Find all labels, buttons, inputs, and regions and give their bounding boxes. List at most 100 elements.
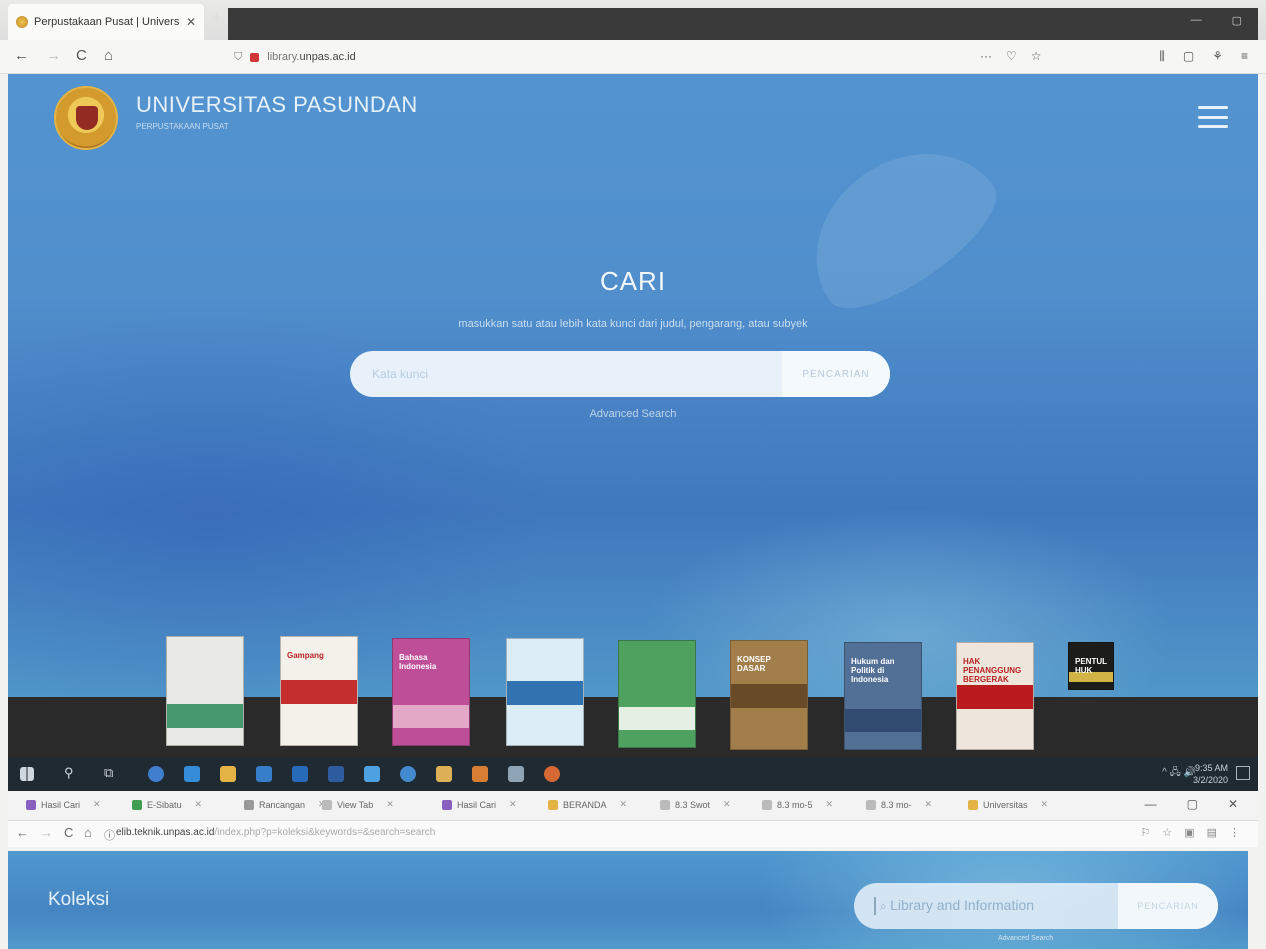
taskbar-app-explorer-icon[interactable]	[220, 766, 236, 782]
extension-icon[interactable]: ▣	[1184, 826, 1194, 839]
decorative-leaf	[781, 117, 1015, 331]
book-title: Bahasa Indonesia	[399, 653, 437, 671]
chrome-tab[interactable]: 8.3 mo- ✕	[866, 799, 932, 810]
clock[interactable]: 9:35 AM 3/2/2020	[1193, 762, 1228, 786]
chrome-tab[interactable]: Hasil Cari ✕	[442, 799, 517, 810]
taskbar-app-photos-icon[interactable]	[508, 766, 524, 782]
address-bar[interactable]: ⛉ library.unpas.ac.id	[234, 46, 934, 68]
taskbar-app-firefox-icon[interactable]	[544, 766, 560, 782]
windows-start-icon[interactable]	[20, 767, 34, 781]
book-cover[interactable]: Hukum dan Politik di Indonesia	[844, 642, 922, 750]
tab-close-icon[interactable]: ✕	[620, 799, 628, 810]
close-window-button[interactable]: ✕	[1228, 797, 1238, 811]
chrome-tab[interactable]: Rancangan✕	[244, 799, 326, 810]
tab-close-icon[interactable]: ✕	[1041, 799, 1049, 810]
taskbar-app-ie-icon[interactable]	[184, 766, 200, 782]
reload-button[interactable]: C	[64, 825, 73, 840]
tab-close-icon[interactable]: ✕	[826, 799, 834, 810]
taskbar-app-mail-icon[interactable]	[292, 766, 308, 782]
chrome-tab[interactable]: View Tab ✕	[322, 799, 394, 810]
taskbar-app-phone-icon[interactable]	[364, 766, 380, 782]
sidebar-icon[interactable]: ▢	[1183, 49, 1194, 64]
tab-close-icon[interactable]: ✕	[925, 799, 933, 810]
bookmark-star-icon[interactable]: ☆	[1162, 826, 1172, 839]
maximize-button[interactable]: ▢	[1232, 14, 1242, 27]
chrome-tab[interactable]: E-Sibatu ✕	[132, 799, 202, 810]
chrome-tab[interactable]: Hasil Cari ✕	[26, 799, 101, 810]
book-cover-band	[845, 708, 921, 733]
chrome-address-bar[interactable]: elib.teknik.unpas.ac.id/index.php?p=kole…	[116, 827, 435, 838]
tab-close-icon[interactable]: ✕	[386, 799, 394, 810]
site-title[interactable]: UNIVERSITAS PASUNDAN	[136, 92, 418, 118]
home-button[interactable]: ⌂	[84, 825, 92, 840]
tab-title: Perpustakaan Pusat | Universi...	[34, 16, 180, 28]
book-cover[interactable]	[618, 640, 696, 748]
system-tray[interactable]: ^ 🖧 🔊	[1162, 765, 1196, 782]
tab-favicon-icon	[442, 799, 452, 810]
search-button[interactable]: PENCARIAN	[782, 351, 890, 397]
search-hint: masukkan satu atau lebih kata kunci dari…	[458, 318, 808, 330]
shield-icon: ⛉	[234, 50, 243, 63]
extension-icon[interactable]: ⚘	[1212, 49, 1223, 64]
home-button[interactable]: ⌂	[104, 47, 113, 64]
book-title: PENTUL HUK	[1075, 657, 1107, 675]
book-cover[interactable]	[506, 638, 584, 746]
tab-close-icon[interactable]: ✕	[723, 799, 731, 810]
more-actions-icon[interactable]: ···	[980, 49, 992, 63]
taskbar-app-word-icon[interactable]	[328, 766, 344, 782]
tab-close-icon[interactable]: ✕	[93, 799, 101, 810]
book-title: Hukum dan Politik di Indonesia	[851, 657, 895, 684]
tab-close-icon[interactable]: ✕	[509, 799, 517, 810]
forward-button[interactable]: →	[40, 825, 53, 840]
extension-icon[interactable]: ▤	[1207, 826, 1217, 839]
university-logo-icon[interactable]	[54, 86, 118, 150]
translate-icon[interactable]: ⚐	[1140, 826, 1150, 839]
advanced-search-link[interactable]: Advanced Search	[998, 935, 1053, 942]
taskbar-app-office-icon[interactable]	[472, 766, 488, 782]
book-cover[interactable]: HAK PENANGGUNG BERGERAK	[956, 642, 1034, 750]
taskbar-app-chrome-icon[interactable]	[400, 766, 416, 782]
bookmark-star-icon[interactable]: ☆	[1031, 49, 1042, 63]
forward-button[interactable]: →	[46, 47, 61, 64]
book-cover[interactable]: KONSEP DASAR	[730, 640, 808, 750]
tab-close-icon[interactable]: ✕	[195, 799, 203, 810]
koleksi-search-input[interactable]: Library and Information	[880, 883, 1118, 929]
pocket-icon[interactable]: ♡	[1006, 49, 1017, 63]
back-button[interactable]: ←	[16, 825, 29, 840]
task-view-icon[interactable]: ⧉	[104, 765, 113, 781]
advanced-search-link[interactable]: Advanced Search	[8, 408, 1258, 420]
book-cover[interactable]	[166, 636, 244, 746]
back-button[interactable]: ←	[14, 47, 29, 64]
book-cover[interactable]: PENTUL HUK	[1068, 642, 1114, 690]
chrome-tab[interactable]: 8.3 mo-5 ✕	[762, 799, 833, 810]
tab-label: 8.3 mo-	[881, 799, 912, 810]
chrome-tab[interactable]: Universitas ✕	[968, 799, 1048, 810]
taskbar-app-cleaner-icon[interactable]	[436, 766, 452, 782]
library-icon[interactable]: ⫼	[1159, 49, 1165, 64]
koleksi-search-button[interactable]: PENCARIAN	[1118, 883, 1218, 929]
tab-perpustakaan-pusat[interactable]: Perpustakaan Pusat | Universi... ✕	[8, 4, 204, 40]
chrome-tab[interactable]: 8.3 Swot ✕	[660, 799, 731, 810]
book-cover-band	[281, 680, 357, 704]
kebab-menu-icon[interactable]: ⋮	[1229, 826, 1240, 839]
tab-favicon-icon	[660, 799, 670, 810]
notification-icon[interactable]	[1236, 766, 1250, 780]
tab-favicon-icon	[968, 799, 978, 810]
text-caret	[874, 897, 876, 915]
chrome-tab[interactable]: BERANDA ✕	[548, 799, 627, 810]
new-tab-button[interactable]: +	[212, 10, 221, 28]
maximize-button[interactable]: ▢	[1187, 797, 1198, 811]
minimize-button[interactable]: —	[1145, 797, 1157, 811]
site-info-icon[interactable]: ⓘ	[104, 827, 115, 843]
minimize-button[interactable]: —	[1191, 14, 1202, 27]
tab-close-icon[interactable]: ✕	[186, 15, 196, 29]
book-cover[interactable]: Gampang	[280, 636, 358, 746]
book-cover[interactable]: Bahasa Indonesia	[392, 638, 470, 746]
reload-button[interactable]: C	[76, 47, 87, 64]
hamburger-menu-icon[interactable]: ≡	[1241, 49, 1248, 64]
taskbar-app-store-icon[interactable]	[256, 766, 272, 782]
search-icon[interactable]: ⚲	[64, 765, 74, 781]
taskbar-app-edge-old-icon[interactable]	[148, 766, 164, 782]
nav-menu-icon[interactable]	[1198, 106, 1228, 128]
keyword-input[interactable]	[350, 351, 782, 397]
